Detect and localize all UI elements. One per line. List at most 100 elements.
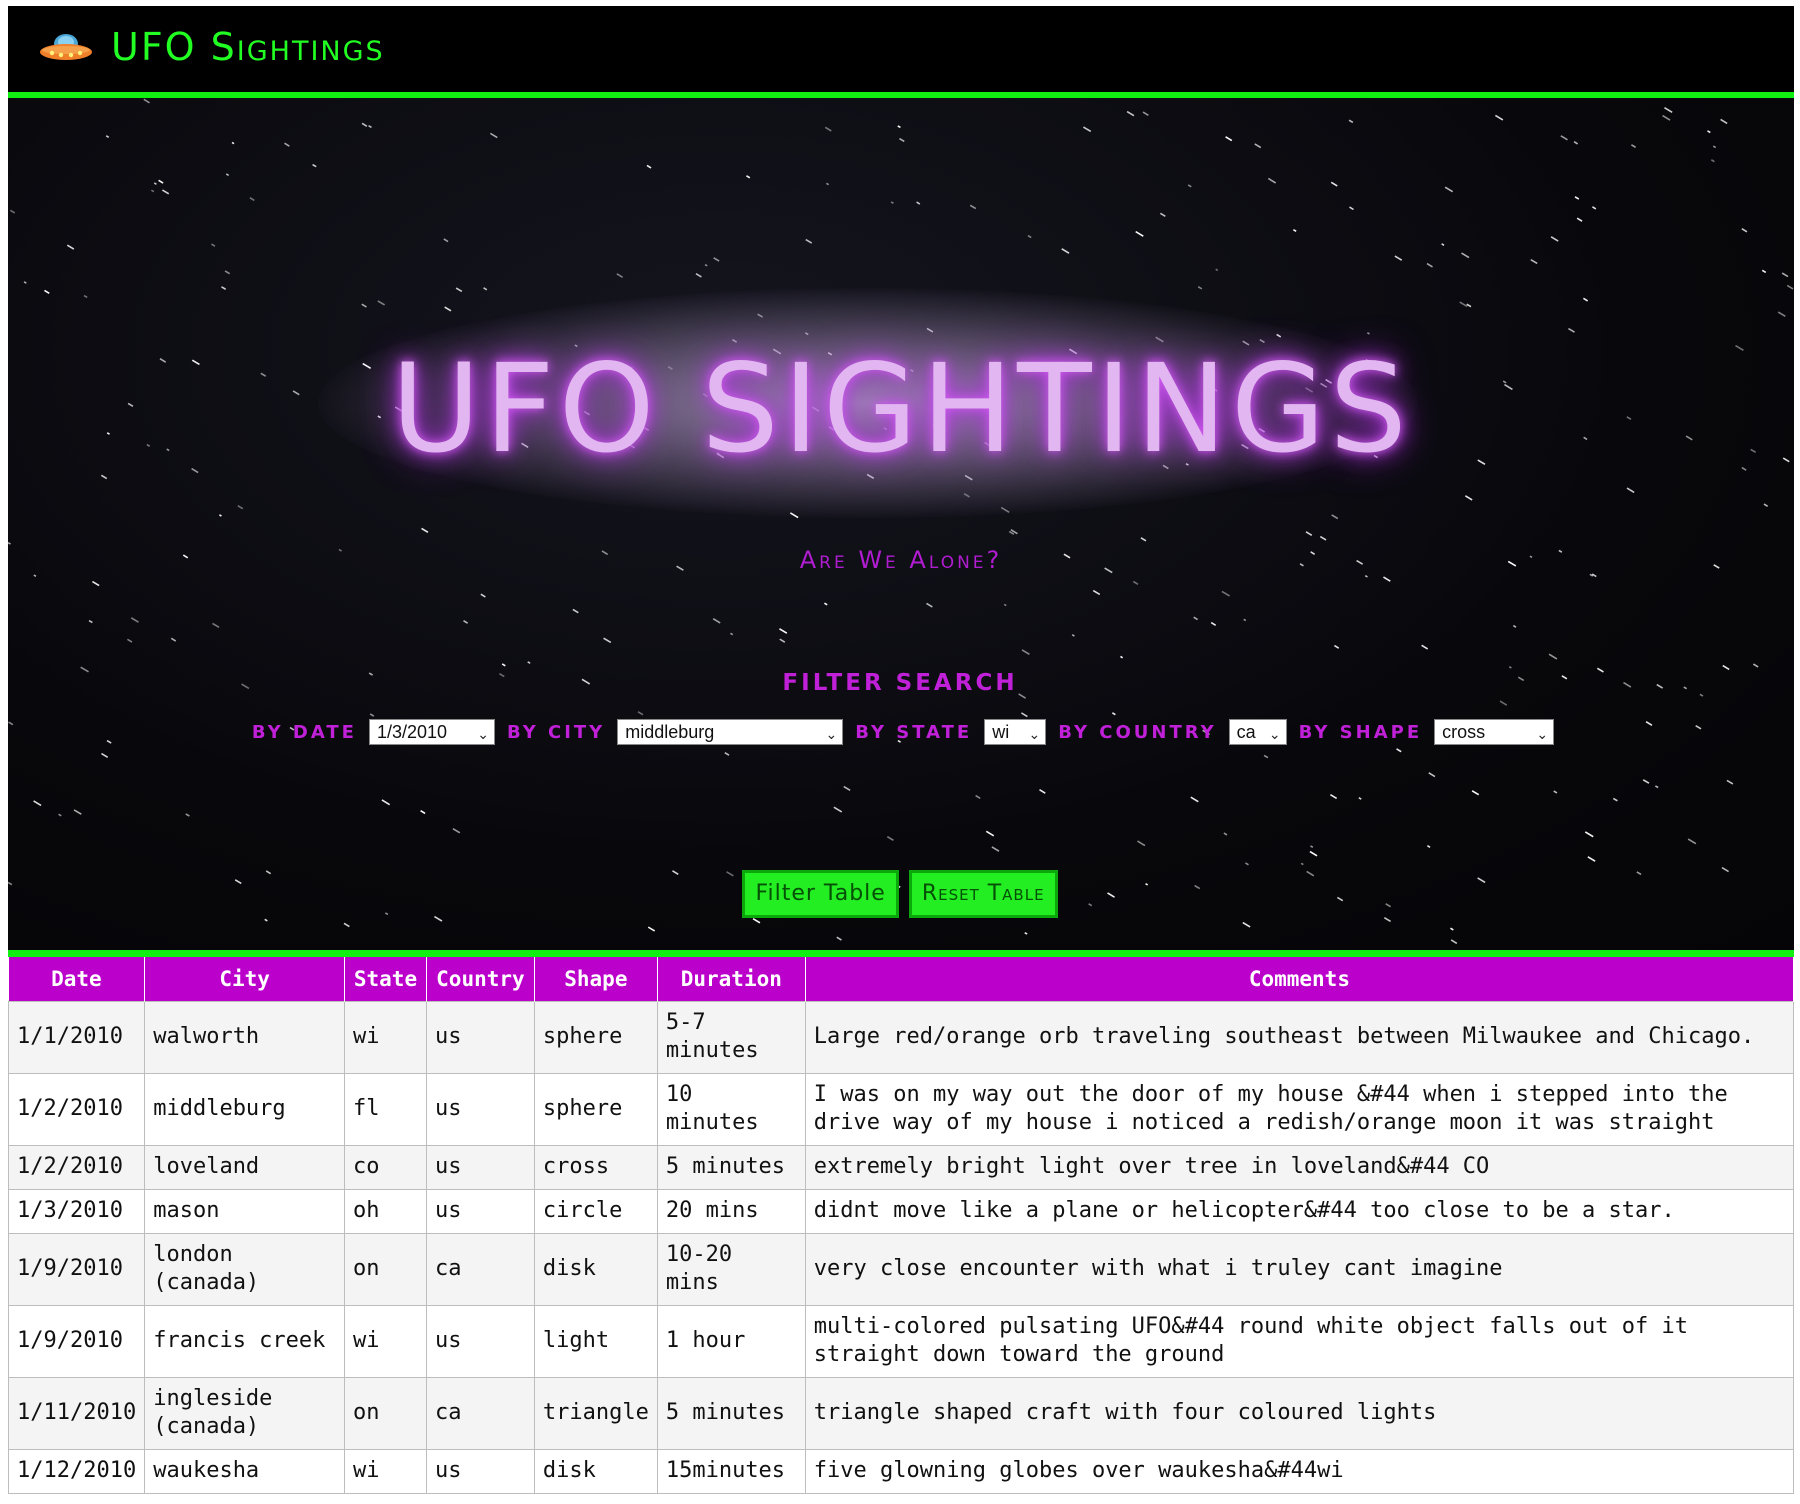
star <box>695 272 702 278</box>
star <box>1786 284 1794 290</box>
star <box>926 602 933 608</box>
cell-shape: circle <box>533 1188 658 1234</box>
star <box>211 243 216 247</box>
hero-title: UFO SIGHTINGS <box>391 338 1411 480</box>
shape-select[interactable]: cross ⌄ <box>1434 719 1555 745</box>
star <box>1441 243 1445 246</box>
column-header-duration[interactable]: Duration <box>657 957 806 1001</box>
star <box>616 273 624 278</box>
cell-comments: Large red/orange orb traveling southeast… <box>804 1000 1795 1074</box>
star <box>1358 797 1362 800</box>
state-select[interactable]: wi ⌄ <box>984 719 1047 745</box>
cell-state: on <box>344 1232 427 1306</box>
table-header-row: Date City State Country Shape Duration C… <box>8 957 1795 1001</box>
date-select[interactable]: 1/3/2010 ⌄ <box>368 719 495 745</box>
star <box>752 918 761 924</box>
filter-search-title: FILTER SEARCH <box>782 670 1018 696</box>
star <box>1310 845 1314 849</box>
star <box>1140 537 1147 542</box>
star <box>1193 616 1198 621</box>
star <box>66 244 75 250</box>
cell-shape: disk <box>533 1448 658 1494</box>
column-header-state[interactable]: State <box>344 957 427 1001</box>
cell-state: wi <box>344 1000 427 1074</box>
star <box>975 794 981 800</box>
star <box>572 608 579 614</box>
table-row: 1/11/2010 ingleside (canada) on ca triangle 5… <box>7 1376 1795 1450</box>
star <box>1612 797 1618 802</box>
chevron-down-icon: ⌄ <box>825 726 838 742</box>
star <box>170 637 177 642</box>
star <box>1459 301 1468 308</box>
brand-title[interactable]: UFO Sightings <box>111 28 385 66</box>
star <box>143 98 150 104</box>
star <box>1021 649 1030 656</box>
star <box>312 163 317 168</box>
ufo-sightings-table: Date City State Country Shape Duration C… <box>7 957 1795 1494</box>
column-header-country[interactable]: Country <box>426 957 535 1001</box>
star <box>1142 111 1149 117</box>
star <box>1582 297 1589 302</box>
cell-country: us <box>425 1188 535 1234</box>
star <box>1781 272 1789 278</box>
cell-comments: five glowning globes over waukesha&#44wi <box>804 1448 1795 1494</box>
table-row: 1/2/2010 middleburg fl us sphere 10 minutes I … <box>7 1072 1795 1146</box>
star <box>33 800 42 807</box>
date-select-value: 1/3/2010 <box>376 722 448 742</box>
star <box>1654 785 1659 789</box>
star <box>1254 143 1262 149</box>
column-header-shape[interactable]: Shape <box>534 957 658 1001</box>
star <box>1132 580 1139 585</box>
star <box>1631 144 1637 148</box>
cell-city: london (canada) <box>144 1232 346 1306</box>
star <box>1428 772 1436 778</box>
star <box>1159 212 1166 218</box>
star <box>455 287 463 293</box>
star <box>1135 230 1144 237</box>
star <box>1741 228 1748 233</box>
star <box>1592 206 1597 210</box>
star <box>1626 487 1635 494</box>
column-header-comments[interactable]: Comments <box>805 957 1795 1001</box>
star <box>368 124 372 129</box>
star <box>73 809 82 815</box>
cell-state: oh <box>344 1188 427 1234</box>
cell-duration: 5-7 minutes <box>656 1000 806 1074</box>
ufo-icon[interactable] <box>38 28 94 68</box>
column-header-date[interactable]: Date <box>8 957 146 1001</box>
star <box>1021 712 1028 718</box>
star <box>1364 574 1368 578</box>
cell-comments: triangle shaped craft with four coloured… <box>804 1376 1795 1450</box>
star <box>1396 748 1402 753</box>
star <box>1215 268 1219 272</box>
star <box>836 936 842 941</box>
star <box>1330 793 1338 800</box>
star <box>1331 514 1339 520</box>
star <box>153 182 157 185</box>
filter-table-button[interactable]: Filter Table <box>742 870 899 918</box>
cell-country: ca <box>425 1376 535 1450</box>
star <box>1662 114 1671 121</box>
cell-date: 1/1/2010 <box>7 1000 146 1074</box>
star <box>1494 114 1504 121</box>
star <box>381 799 391 806</box>
star <box>483 287 488 291</box>
reset-table-button[interactable]: Reset Table <box>908 870 1058 918</box>
date-filter-label: by date <box>251 721 357 743</box>
star <box>225 173 230 177</box>
star <box>1687 838 1697 845</box>
filter-buttons: Filter Table Reset Table <box>0 870 1800 918</box>
star <box>150 189 155 193</box>
star <box>83 294 88 299</box>
cell-shape: sphere <box>533 1000 658 1074</box>
star <box>1305 531 1313 537</box>
star <box>647 926 656 932</box>
star <box>1197 286 1203 290</box>
column-header-city[interactable]: City <box>144 957 346 1001</box>
star <box>805 238 813 244</box>
country-select[interactable]: ca ⌄ <box>1228 719 1287 745</box>
star <box>1761 269 1767 274</box>
star <box>1471 790 1480 796</box>
city-select[interactable]: middleburg ⌄ <box>617 719 844 745</box>
star <box>1777 311 1786 317</box>
